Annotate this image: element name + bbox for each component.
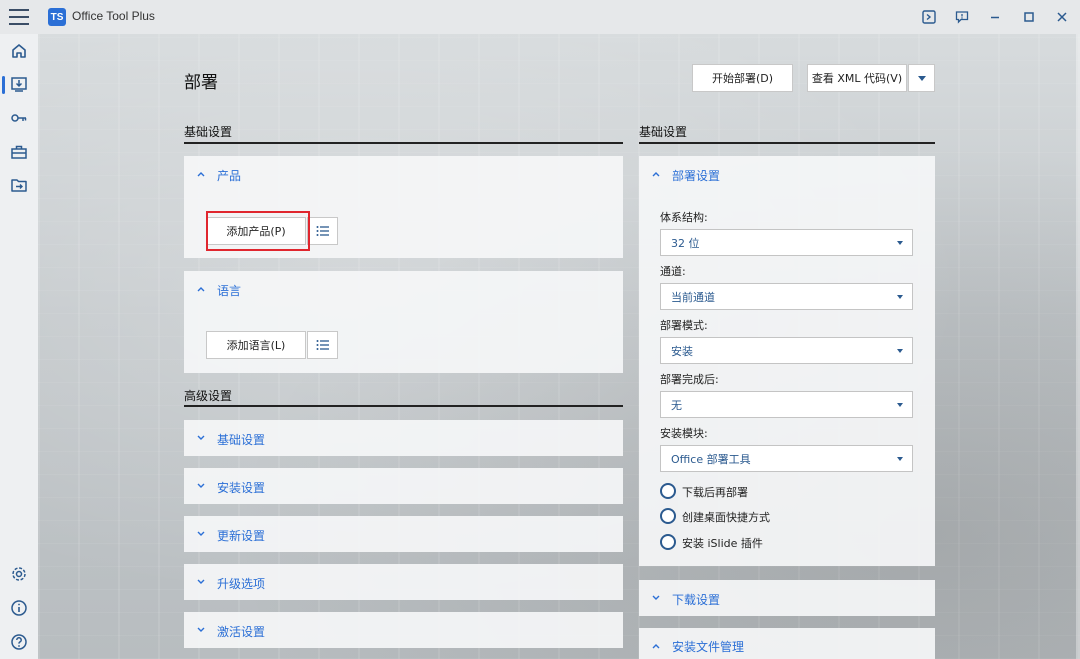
basic-settings-heading-right: 基础设置 bbox=[639, 125, 688, 139]
chevron-down-icon bbox=[196, 481, 206, 491]
list-icon bbox=[316, 340, 329, 350]
info-icon[interactable] bbox=[9, 598, 29, 618]
radio-label: 下载后再部署 bbox=[682, 486, 748, 499]
advanced-item-update[interactable]: 更新设置 bbox=[184, 516, 623, 552]
feedback-icon[interactable] bbox=[953, 8, 971, 26]
chevron-down-icon bbox=[651, 593, 661, 603]
chevron-up-icon bbox=[196, 284, 206, 294]
start-deploy-button[interactable]: 开始部署(D) bbox=[692, 64, 793, 92]
chevron-down-icon bbox=[917, 75, 926, 81]
app-logo-icon: TS bbox=[48, 8, 66, 26]
select-value: 当前通道 bbox=[671, 290, 715, 304]
home-icon[interactable] bbox=[9, 41, 29, 61]
language-card-header[interactable]: 语言 bbox=[184, 271, 623, 307]
language-card-title: 语言 bbox=[217, 284, 242, 298]
advanced-item-label: 升级选项 bbox=[217, 577, 266, 591]
product-list-button[interactable] bbox=[307, 217, 338, 245]
chevron-down-icon bbox=[897, 349, 903, 353]
channel-select[interactable]: 当前通道 bbox=[660, 283, 913, 310]
nav-active-indicator bbox=[2, 76, 5, 94]
menu-icon[interactable] bbox=[9, 9, 29, 25]
deploy-mode-select[interactable]: 安装 bbox=[660, 337, 913, 364]
chevron-down-icon bbox=[897, 241, 903, 245]
deploy-settings-header[interactable]: 部署设置 bbox=[639, 156, 935, 192]
terminal-icon[interactable] bbox=[920, 8, 938, 26]
chevron-down-icon bbox=[897, 403, 903, 407]
chevron-down-icon bbox=[196, 433, 206, 443]
scrollbar[interactable] bbox=[1076, 34, 1080, 659]
app-title: Office Tool Plus bbox=[72, 9, 155, 23]
section-divider bbox=[184, 405, 623, 407]
after-deploy-label: 部署完成后: bbox=[660, 373, 719, 386]
architecture-select[interactable]: 32 位 bbox=[660, 229, 913, 256]
select-value: 安装 bbox=[671, 344, 693, 358]
advanced-item-label: 安装设置 bbox=[217, 481, 266, 495]
view-xml-dropdown[interactable] bbox=[908, 64, 935, 92]
key-icon[interactable] bbox=[9, 108, 29, 128]
page-title: 部署 bbox=[184, 73, 218, 93]
chevron-up-icon bbox=[651, 169, 661, 179]
add-language-button[interactable]: 添加语言(L) bbox=[206, 331, 306, 359]
advanced-item-upgrade[interactable]: 升级选项 bbox=[184, 564, 623, 600]
select-value: 无 bbox=[671, 398, 682, 412]
advanced-item-label: 基础设置 bbox=[217, 433, 266, 447]
view-xml-button[interactable]: 查看 XML 代码(V) bbox=[807, 64, 907, 92]
minimize-icon[interactable] bbox=[986, 8, 1004, 26]
desktop-shortcut-radio[interactable] bbox=[660, 508, 676, 524]
title-bar: TS Office Tool Plus bbox=[0, 0, 1080, 34]
chevron-down-icon bbox=[897, 457, 903, 461]
channel-label: 通道: bbox=[660, 265, 686, 278]
import-icon[interactable] bbox=[9, 175, 29, 195]
left-nav bbox=[0, 34, 38, 659]
advanced-item-basic[interactable]: 基础设置 bbox=[184, 420, 623, 456]
download-settings-title: 下载设置 bbox=[672, 593, 721, 607]
basic-settings-heading: 基础设置 bbox=[184, 125, 233, 139]
advanced-item-activation[interactable]: 激活设置 bbox=[184, 612, 623, 648]
install-files-title: 安装文件管理 bbox=[672, 640, 745, 654]
chevron-up-icon bbox=[651, 641, 661, 651]
install-module-label: 安装模块: bbox=[660, 427, 708, 440]
radio-label: 安装 iSlide 插件 bbox=[682, 537, 763, 550]
radio-label: 创建桌面快捷方式 bbox=[682, 511, 770, 524]
advanced-item-label: 更新设置 bbox=[217, 529, 266, 543]
install-files-card[interactable]: 安装文件管理 bbox=[639, 628, 935, 659]
deploy-settings-title: 部署设置 bbox=[672, 169, 721, 183]
after-deploy-select[interactable]: 无 bbox=[660, 391, 913, 418]
section-divider bbox=[639, 142, 935, 144]
product-card-title: 产品 bbox=[217, 169, 242, 183]
settings-icon[interactable] bbox=[9, 564, 29, 584]
toolbox-icon[interactable] bbox=[9, 142, 29, 162]
install-module-select[interactable]: Office 部署工具 bbox=[660, 445, 913, 472]
architecture-label: 体系结构: bbox=[660, 211, 708, 224]
maximize-icon[interactable] bbox=[1020, 8, 1038, 26]
deploy-icon[interactable] bbox=[9, 74, 29, 94]
chevron-down-icon bbox=[196, 529, 206, 539]
islide-plugin-radio[interactable] bbox=[660, 534, 676, 550]
product-card-header[interactable]: 产品 bbox=[184, 156, 623, 192]
select-value: Office 部署工具 bbox=[671, 452, 751, 466]
language-card: 语言 添加语言(L) bbox=[184, 271, 623, 373]
deploy-settings-card: 部署设置 体系结构: 32 位 通道: 当前通道 部署模式: 安装 部署完成后:… bbox=[639, 156, 935, 566]
chevron-down-icon bbox=[196, 625, 206, 635]
deploy-mode-label: 部署模式: bbox=[660, 319, 708, 332]
language-list-button[interactable] bbox=[307, 331, 338, 359]
section-divider bbox=[184, 142, 623, 144]
chevron-down-icon bbox=[897, 295, 903, 299]
advanced-item-install[interactable]: 安装设置 bbox=[184, 468, 623, 504]
list-icon bbox=[316, 226, 329, 236]
help-icon[interactable] bbox=[9, 632, 29, 652]
chevron-down-icon bbox=[196, 577, 206, 587]
advanced-item-label: 激活设置 bbox=[217, 625, 266, 639]
select-value: 32 位 bbox=[671, 236, 700, 250]
chevron-up-icon bbox=[196, 169, 206, 179]
close-icon[interactable] bbox=[1053, 8, 1071, 26]
advanced-settings-heading: 高级设置 bbox=[184, 389, 233, 403]
download-settings-card[interactable]: 下载设置 bbox=[639, 580, 935, 616]
download-then-deploy-radio[interactable] bbox=[660, 483, 676, 499]
highlight-box bbox=[206, 211, 310, 251]
